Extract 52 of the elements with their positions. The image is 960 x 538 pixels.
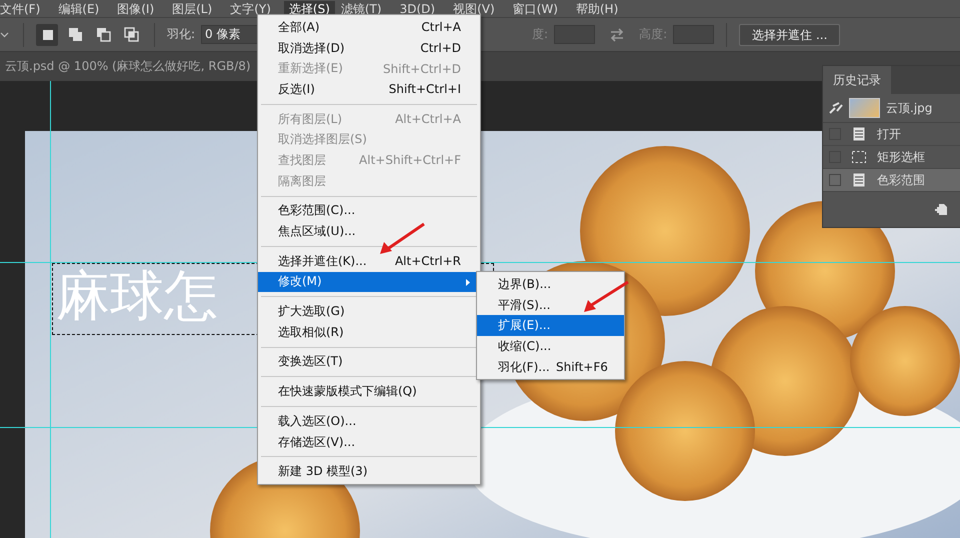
menu-item[interactable]: 滤镜(T) (340, 0, 389, 16)
menu-option[interactable]: 羽化(F)... Shift+F6 (477, 356, 624, 378)
menu-option[interactable]: 选取相似(R) (258, 322, 480, 343)
menu-item[interactable]: 图像(I) (117, 0, 162, 16)
refine-button[interactable]: 选择并遮住 ... (739, 24, 840, 46)
history-state[interactable]: 色彩范围 (823, 169, 960, 192)
new-document-icon[interactable] (935, 204, 947, 215)
canvas-text: 麻球怎 (56, 263, 218, 329)
document-icon (851, 127, 867, 141)
menu-item[interactable]: 3D(D) (400, 0, 442, 16)
menu-item[interactable]: 编辑(E) (58, 0, 106, 16)
menu-item[interactable]: 窗口(W) (512, 0, 565, 16)
marquee-icon (851, 151, 867, 163)
feather-label: 羽化: (167, 26, 196, 43)
menu-item[interactable]: 视图(V) (453, 0, 502, 16)
state-label: 色彩范围 (877, 172, 925, 188)
menu-option[interactable]: 在快速蒙版模式下编辑(Q) (258, 381, 480, 402)
square-icon[interactable] (36, 24, 58, 46)
history-state[interactable]: 打开 (823, 123, 960, 146)
menu-option[interactable]: 扩大选取(G) (258, 301, 480, 322)
submenu-arrow-icon (466, 278, 470, 286)
menu-option[interactable]: 收缩(C)... (477, 336, 624, 357)
annotation-arrow (378, 222, 428, 256)
thumbnail (849, 98, 880, 118)
document-tab[interactable]: 云顶.psd @ 100% (麻球怎么做好吃, RGB/8) (5, 58, 251, 75)
menu-option[interactable]: 变换选区(T) (258, 352, 480, 372)
menu-option[interactable]: 边界(B)... (477, 274, 624, 295)
menu-option[interactable]: 选择并遮住(K)... Alt+Ctrl+R (258, 250, 480, 272)
menu-option[interactable]: 焦点区域(U)... (258, 221, 480, 242)
menu-item[interactable]: 文件(F) (0, 0, 48, 16)
menu-option[interactable]: 新建 3D 模型(3) (258, 461, 480, 482)
menu-item[interactable]: 图层(L) (172, 0, 220, 16)
state-label: 打开 (877, 126, 901, 142)
checkbox[interactable] (829, 174, 841, 186)
menu-option[interactable]: 反选(I) Shift+Ctrl+I (258, 79, 480, 100)
panel-tab[interactable]: 历史记录 (823, 66, 891, 94)
width-field[interactable] (554, 25, 596, 44)
annotation-arrow (582, 280, 632, 314)
menu-option[interactable]: 色彩范围(C)... (258, 200, 480, 222)
document-icon (851, 173, 867, 187)
brush-icon[interactable] (829, 102, 843, 114)
menu-option[interactable]: 平滑(S)... (477, 294, 624, 316)
caret-icon[interactable] (0, 32, 9, 38)
menu-item[interactable]: 帮助(H) (576, 0, 626, 16)
state-label: 矩形选框 (877, 148, 925, 166)
menu-item[interactable]: 文字(Y) (230, 0, 278, 16)
menu-option[interactable]: 载入选区(O)... (258, 411, 480, 432)
snapshot-label[interactable]: 云顶.jpg (886, 100, 932, 116)
swap-icon[interactable] (609, 28, 626, 42)
menu-option[interactable]: 扩展(E)... (477, 315, 624, 336)
height-field[interactable] (673, 25, 714, 44)
menu-option[interactable]: 存储选区(V)... (258, 432, 480, 452)
